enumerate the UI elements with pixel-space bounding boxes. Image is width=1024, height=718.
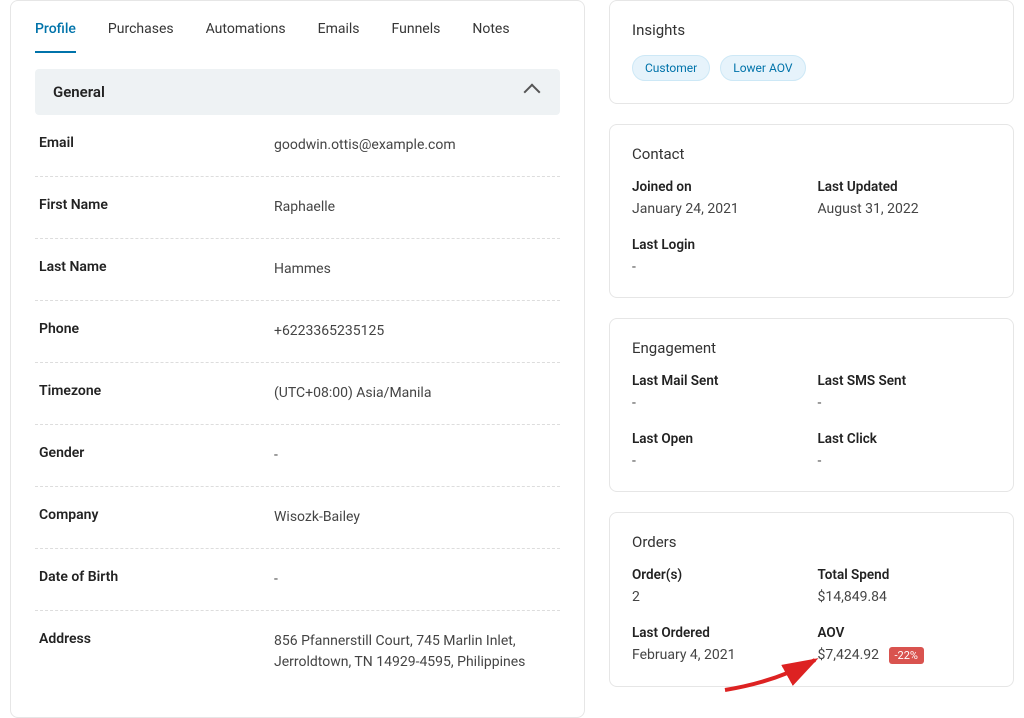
value: - [632, 395, 806, 411]
annotation-arrow-icon [720, 652, 830, 692]
tab-emails[interactable]: Emails [318, 21, 360, 53]
field-label: Date of Birth [39, 569, 274, 590]
tag-lower-aov[interactable]: Lower AOV [720, 55, 805, 81]
field-label: Company [39, 507, 274, 528]
field-label: Address [39, 631, 274, 673]
tab-notes[interactable]: Notes [472, 21, 509, 53]
field-value: - [274, 569, 278, 590]
engagement-mail: Last Mail Sent - [632, 373, 806, 411]
field-value: goodwin.ottis@example.com [274, 135, 456, 156]
field-value: (UTC+08:00) Asia/Manila [274, 383, 431, 404]
value: $14,849.84 [818, 589, 992, 605]
general-title: General [53, 83, 105, 101]
orders-count: Order(s) 2 [632, 567, 806, 605]
label: Last Ordered [632, 625, 806, 641]
label: Last Click [818, 431, 992, 447]
value: - [818, 453, 992, 469]
engagement-sms: Last SMS Sent - [818, 373, 992, 411]
contact-joined: Joined on January 24, 2021 [632, 179, 806, 217]
label: Last SMS Sent [818, 373, 992, 389]
label: Order(s) [632, 567, 806, 583]
field-email: Email goodwin.ottis@example.com [35, 115, 560, 177]
profile-card: Profile Purchases Automations Emails Fun… [10, 0, 585, 718]
label: Last Open [632, 431, 806, 447]
value: August 31, 2022 [818, 201, 992, 217]
field-value: +6223365235125 [274, 321, 384, 342]
field-label: Timezone [39, 383, 274, 404]
orders-aov: AOV $7,424.92 -22% [818, 625, 992, 664]
tab-purchases[interactable]: Purchases [108, 21, 174, 53]
field-label: Gender [39, 445, 274, 466]
contact-title: Contact [632, 145, 991, 163]
tabs: Profile Purchases Automations Emails Fun… [11, 1, 584, 53]
field-phone: Phone +6223365235125 [35, 301, 560, 363]
orders-title: Orders [632, 533, 991, 551]
value: January 24, 2021 [632, 201, 806, 217]
label: AOV [818, 625, 992, 641]
chevron-up-icon [524, 84, 541, 101]
field-value: 856 Pfannerstill Court, 745 Marlin Inlet… [274, 631, 534, 673]
tab-profile[interactable]: Profile [35, 21, 76, 53]
field-value: Raphaelle [274, 197, 335, 218]
contact-updated: Last Updated August 31, 2022 [818, 179, 992, 217]
value: - [818, 395, 992, 411]
insights-card: Insights Customer Lower AOV [609, 0, 1014, 104]
value: - [632, 453, 806, 469]
value: - [632, 259, 806, 275]
engagement-card: Engagement Last Mail Sent - Last SMS Sen… [609, 318, 1014, 492]
tab-funnels[interactable]: Funnels [392, 21, 441, 53]
contact-card: Contact Joined on January 24, 2021 Last … [609, 124, 1014, 298]
aov-badge: -22% [889, 647, 924, 664]
insights-title: Insights [632, 21, 991, 39]
field-value: Wisozk-Bailey [274, 507, 360, 528]
insights-tags: Customer Lower AOV [632, 55, 991, 81]
tag-customer[interactable]: Customer [632, 55, 710, 81]
field-timezone: Timezone (UTC+08:00) Asia/Manila [35, 363, 560, 425]
label: Last Updated [818, 179, 992, 195]
engagement-title: Engagement [632, 339, 991, 357]
engagement-click: Last Click - [818, 431, 992, 469]
field-label: First Name [39, 197, 274, 218]
field-label: Email [39, 135, 274, 156]
label: Last Login [632, 237, 806, 253]
contact-lastlogin: Last Login - [632, 237, 806, 275]
label: Total Spend [818, 567, 992, 583]
field-address: Address 856 Pfannerstill Court, 745 Marl… [35, 611, 560, 693]
orders-spend: Total Spend $14,849.84 [818, 567, 992, 605]
field-company: Company Wisozk-Bailey [35, 487, 560, 549]
field-label: Last Name [39, 259, 274, 280]
field-first-name: First Name Raphaelle [35, 177, 560, 239]
general-accordion-header[interactable]: General [35, 69, 560, 115]
value: 2 [632, 589, 806, 605]
field-gender: Gender - [35, 425, 560, 487]
field-last-name: Last Name Hammes [35, 239, 560, 301]
field-value: Hammes [274, 259, 331, 280]
value: $7,424.92 -22% [818, 647, 992, 664]
field-label: Phone [39, 321, 274, 342]
label: Last Mail Sent [632, 373, 806, 389]
field-dob: Date of Birth - [35, 549, 560, 611]
engagement-open: Last Open - [632, 431, 806, 469]
orders-card: Orders Order(s) 2 Total Spend $14,849.84… [609, 512, 1014, 687]
tab-automations[interactable]: Automations [206, 21, 286, 53]
label: Joined on [632, 179, 806, 195]
field-value: - [274, 445, 278, 466]
